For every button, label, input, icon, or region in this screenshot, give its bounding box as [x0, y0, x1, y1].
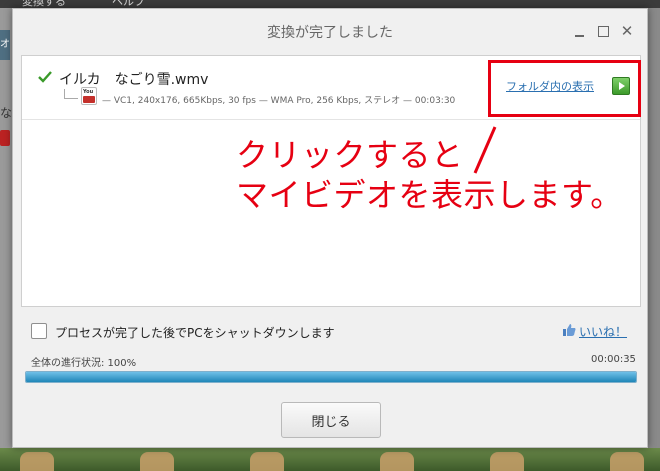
shutdown-label: プロセスが完了した後でPCをシャットダウンします: [55, 326, 335, 340]
check-icon: [38, 71, 52, 83]
youtube-format-icon: You: [81, 87, 97, 105]
tree-connector: [64, 89, 78, 99]
file-output-info: — VC1, 240x176, 665Kbps, 30 fps — WMA Pr…: [102, 96, 456, 106]
background-left-panel: [0, 8, 12, 448]
youtube-format-icon-text: You: [83, 89, 94, 95]
dialog-titlebar[interactable]: 変換が完了しました ✕: [13, 9, 647, 53]
background-bottom-tile: [20, 452, 54, 471]
like-link[interactable]: いいね！: [579, 323, 627, 340]
background-menu-help: ヘルプ: [112, 0, 145, 8]
background-youtube-icon: [0, 130, 10, 146]
progress-bar-fill: [26, 372, 636, 382]
maximize-button[interactable]: [595, 23, 611, 39]
annotation-line-1: クリックすると: [236, 136, 464, 174]
shutdown-checkbox[interactable]: [31, 323, 47, 339]
annotation-highlight-box: [488, 60, 641, 117]
background-bottom-tile: [140, 452, 174, 471]
annotation-line-2: マイビデオを表示します。: [236, 176, 623, 214]
background-bottom-tile: [250, 452, 284, 471]
dialog-title: 変換が完了しました: [267, 25, 393, 41]
close-window-button[interactable]: ✕: [619, 23, 635, 39]
thumbs-up-icon: [563, 324, 576, 336]
background-left-tab: オ: [0, 30, 10, 60]
elapsed-time: 00:00:35: [591, 354, 636, 365]
annotation-text: クリックすると マイビデオを表示します。: [236, 135, 623, 215]
close-button[interactable]: 閉じる: [281, 402, 381, 438]
minimize-button[interactable]: [571, 23, 587, 39]
background-bottom-tile: [610, 452, 644, 471]
progress-bar: [25, 371, 637, 383]
background-bottom-bar: [0, 448, 660, 471]
file-name: イルカ なごり雪.wmv: [59, 72, 209, 88]
background-bottom-tile: [380, 452, 414, 471]
conversion-complete-dialog: 変換が完了しました ✕ イルカ なごり雪.wmv You — VC1, 240x…: [12, 8, 648, 448]
background-menubar: 変換する ヘルプ: [0, 0, 660, 8]
background-menu-convert: 変換する: [22, 0, 66, 8]
background-left-text: な: [0, 106, 13, 120]
overall-progress-label: 全体の進行状況: 100%: [31, 358, 137, 369]
background-bottom-tile: [490, 452, 524, 471]
